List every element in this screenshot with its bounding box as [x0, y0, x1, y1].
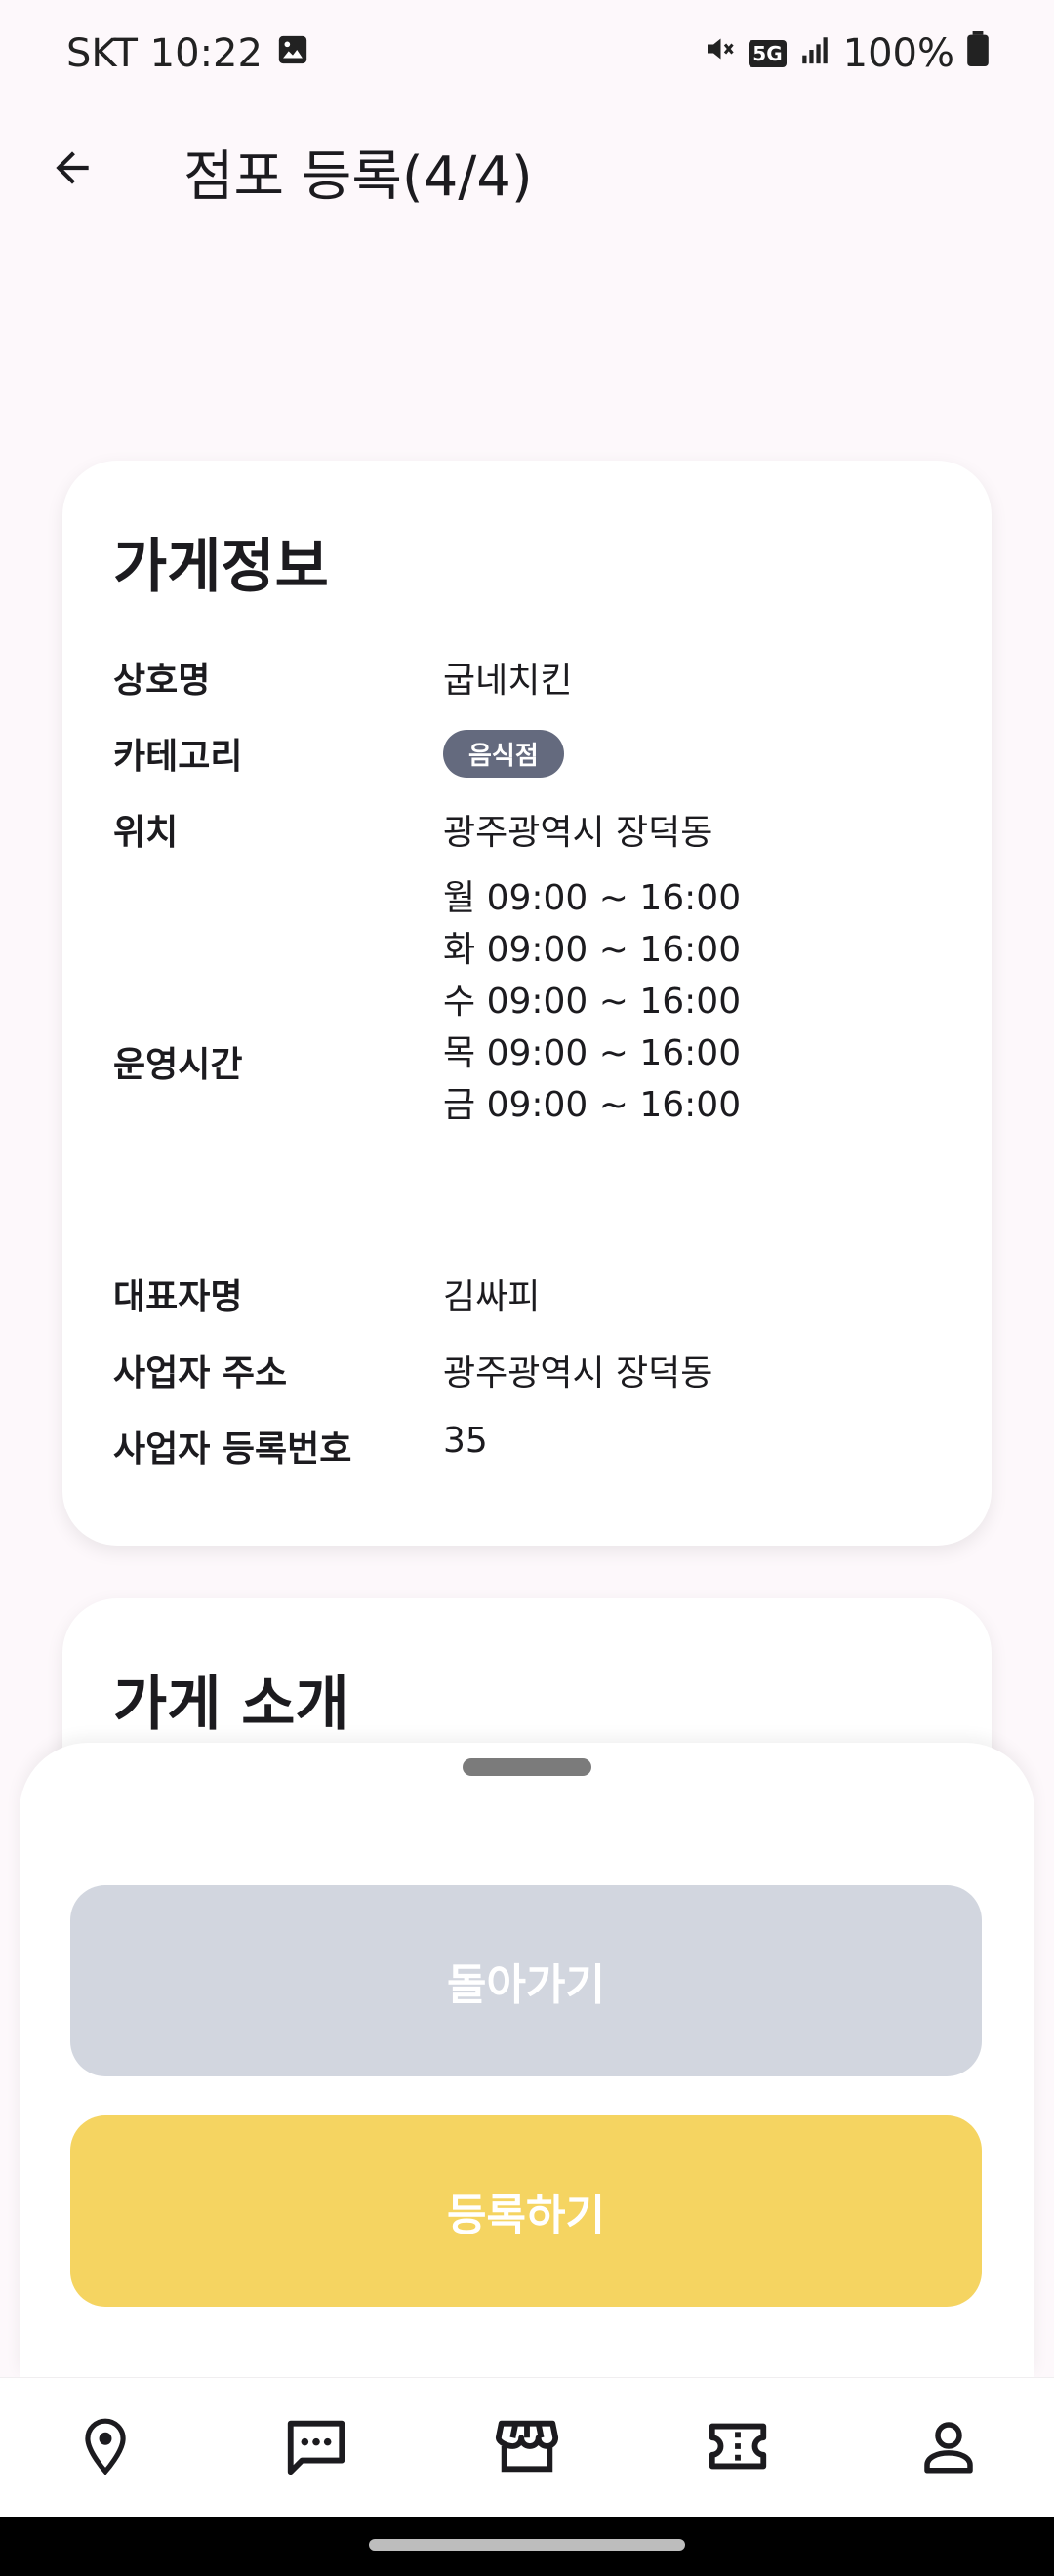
app-bar: 점포 등록(4/4)	[0, 113, 1054, 221]
owner-label: 대표자명	[113, 1277, 243, 1317]
store-info-card: 가게정보 상호명 굽네치킨 카테고리 음식점 위치 광주광역시 장덕동 운영시간…	[62, 461, 992, 1546]
nav-item-store[interactable]	[468, 2390, 586, 2507]
nav-item-profile[interactable]	[890, 2390, 1007, 2507]
location-label: 위치	[113, 813, 179, 853]
register-button[interactable]: 등록하기	[70, 2115, 982, 2307]
go-back-button[interactable]: 돌아가기	[70, 1885, 982, 2076]
status-bar: SKT 10:22 5G 100%	[0, 0, 1054, 113]
network-label: 5G	[749, 40, 787, 67]
home-indicator[interactable]	[369, 2539, 685, 2551]
drag-handle[interactable]	[463, 1758, 591, 1776]
system-nav-bar	[0, 2517, 1054, 2576]
hours-line: 월 09:00 ~ 16:00	[443, 878, 742, 918]
hours-list: 월 09:00 ~ 16:00 화 09:00 ~ 16:00 수 09:00 …	[443, 872, 741, 1131]
store-info-title: 가게정보	[113, 533, 329, 601]
business-number-label: 사업자 등록번호	[113, 1429, 352, 1469]
bottom-nav	[0, 2377, 1054, 2518]
store-intro-title: 가게 소개	[113, 1670, 349, 1739]
hours-line: 금 09:00 ~ 16:00	[443, 1085, 742, 1125]
image-notification-icon	[276, 31, 309, 76]
location-pin-icon	[75, 2416, 136, 2480]
store-icon	[493, 2412, 561, 2484]
location-value: 광주광역시 장덕동	[443, 813, 713, 853]
hours-line: 수 09:00 ~ 16:00	[443, 982, 742, 1022]
business-address-value: 광주광역시 장덕동	[443, 1353, 713, 1393]
nav-item-coupon[interactable]	[679, 2390, 796, 2507]
business-address-label: 사업자 주소	[113, 1353, 288, 1393]
bottom-sheet: 돌아가기 등록하기	[20, 1743, 1034, 2377]
nav-item-chat[interactable]	[258, 2390, 375, 2507]
hours-line: 목 09:00 ~ 16:00	[443, 1033, 742, 1073]
store-name-value: 굽네치킨	[443, 661, 573, 701]
arrow-back-icon	[48, 143, 97, 196]
category-badge: 음식점	[443, 730, 564, 778]
owner-value: 김싸피	[443, 1277, 541, 1317]
chat-icon	[282, 2412, 350, 2484]
battery-text: 100%	[842, 31, 954, 76]
battery-icon	[966, 31, 990, 76]
mute-icon	[702, 31, 737, 76]
page-title: 점포 등록(4/4)	[183, 145, 533, 209]
hours-line: 화 09:00 ~ 16:00	[443, 930, 742, 970]
ticket-icon	[704, 2412, 772, 2484]
carrier-time: SKT 10:22	[66, 31, 263, 76]
signal-icon	[798, 31, 831, 76]
back-button[interactable]	[39, 137, 105, 203]
store-name-label: 상호명	[113, 661, 211, 701]
status-right: 5G 100%	[702, 31, 990, 76]
nav-item-map[interactable]	[47, 2390, 164, 2507]
person-icon	[916, 2414, 981, 2482]
hours-label: 운영시간	[113, 1045, 243, 1085]
category-label: 카테고리	[113, 737, 243, 777]
status-left: SKT 10:22	[66, 31, 309, 76]
business-number-value: 35	[443, 1421, 488, 1461]
